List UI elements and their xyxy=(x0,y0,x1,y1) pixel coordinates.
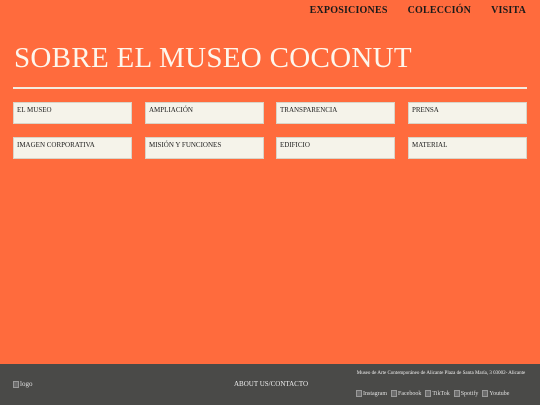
instagram-icon xyxy=(356,390,362,397)
logo-alt-text: logo xyxy=(20,380,33,388)
title-divider xyxy=(13,87,527,89)
nav-visita[interactable]: VISITA xyxy=(491,5,526,16)
about-contact-link[interactable]: ABOUT US/CONTACTO xyxy=(234,380,308,388)
social-tiktok[interactable]: TikTok xyxy=(425,390,450,397)
broken-image-icon xyxy=(13,380,19,388)
tile-mision-funciones[interactable]: MISIÓN Y FUNCIONES xyxy=(145,137,264,159)
youtube-label: Youtube xyxy=(489,390,510,397)
youtube-icon xyxy=(482,390,489,397)
main-nav: EXPOSICIONES COLECCIÓN VISITA xyxy=(310,5,526,16)
footer: logo ABOUT US/CONTACTO Museo de Arte Con… xyxy=(0,364,540,405)
museum-address: Museo de Arte Contemporáneo de Alicante … xyxy=(356,371,526,376)
page-title: SOBRE EL MUSEO COCONUT xyxy=(14,42,412,74)
social-facebook[interactable]: Facebook xyxy=(391,390,421,397)
footer-logo[interactable]: logo xyxy=(13,380,32,388)
nav-coleccion[interactable]: COLECCIÓN xyxy=(408,5,471,16)
tile-ampliacion[interactable]: AMPLIACIÓN xyxy=(145,102,264,124)
social-spotify[interactable]: Spotify xyxy=(453,390,479,397)
facebook-icon xyxy=(391,390,397,397)
tile-prensa[interactable]: PRENSA xyxy=(408,102,527,124)
spotify-label: Spotify xyxy=(460,390,479,397)
tile-imagen-corporativa[interactable]: IMAGEN CORPORATIVA xyxy=(13,137,132,159)
facebook-label: Facebook xyxy=(398,390,422,397)
tile-transparencia[interactable]: TRANSPARENCIA xyxy=(276,102,395,124)
spotify-icon xyxy=(453,390,460,397)
social-links: Instagram Facebook TikTok Spotify Youtub… xyxy=(356,390,509,397)
social-youtube[interactable]: Youtube xyxy=(482,390,509,397)
social-instagram[interactable]: Instagram xyxy=(356,390,387,397)
tile-edificio[interactable]: EDIFICIO xyxy=(276,137,395,159)
tiktok-label: TikTok xyxy=(432,390,450,397)
nav-exposiciones[interactable]: EXPOSICIONES xyxy=(310,5,388,16)
instagram-label: Instagram xyxy=(363,390,387,397)
tile-material[interactable]: MATERIAL xyxy=(408,137,527,159)
tile-el-museo[interactable]: EL MUSEO xyxy=(13,102,132,124)
tiktok-icon xyxy=(425,390,432,397)
